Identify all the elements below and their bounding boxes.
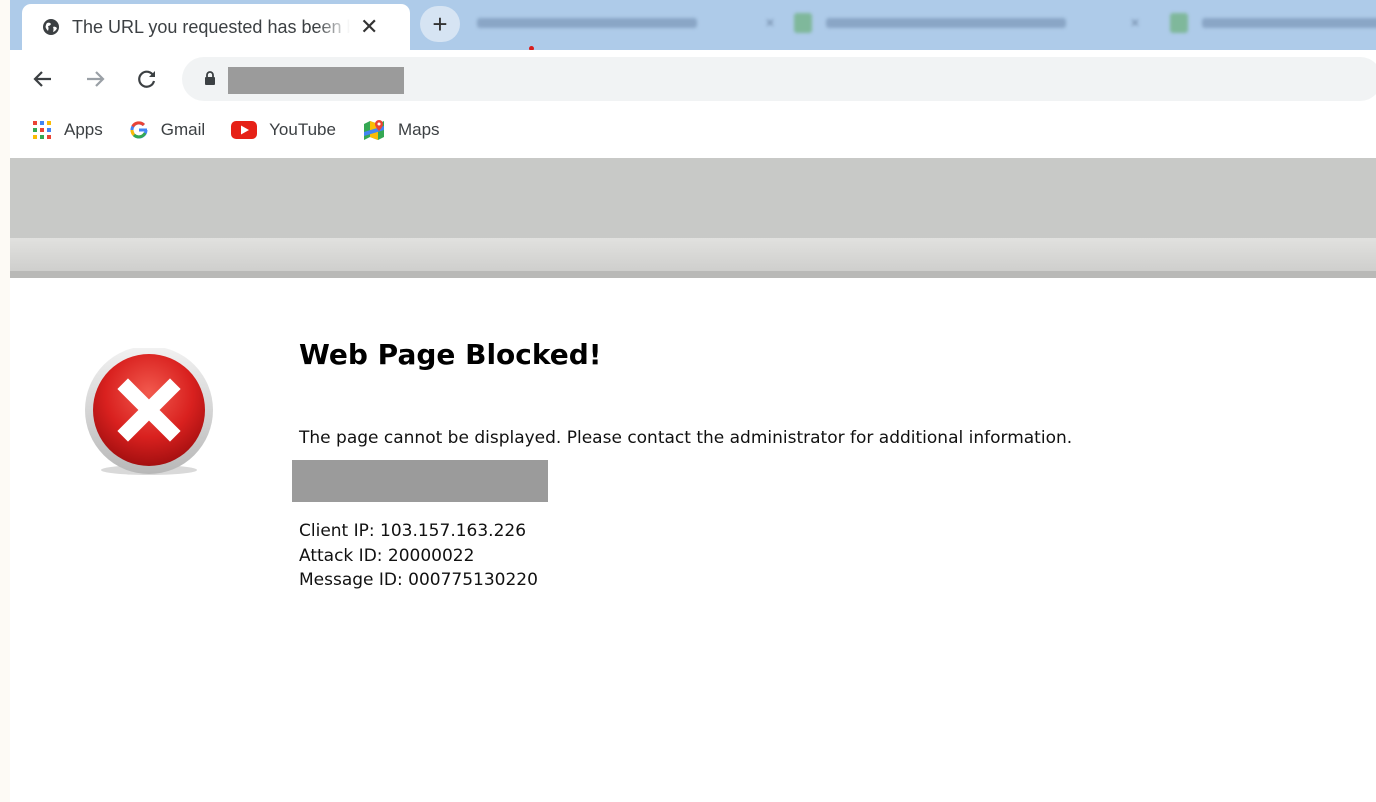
url-redaction bbox=[228, 67, 404, 94]
background-tab-close-icon[interactable]: ✕ bbox=[755, 16, 775, 30]
tab-strip: The URL you requested has been blocked ✕… bbox=[10, 0, 1376, 50]
page-banner-stripe bbox=[10, 238, 1376, 271]
background-tab[interactable] bbox=[1158, 8, 1376, 38]
bookmark-apps[interactable]: Apps bbox=[32, 120, 103, 140]
bookmark-label: Gmail bbox=[160, 120, 206, 139]
bookmark-gmail[interactable]: Gmail bbox=[129, 120, 205, 140]
client-ip: Client IP: 103.157.163.226 bbox=[299, 521, 527, 541]
toolbar bbox=[10, 50, 1376, 108]
sheets-icon bbox=[794, 13, 812, 33]
bookmark-youtube[interactable]: YouTube bbox=[231, 120, 336, 140]
bookmark-maps[interactable]: Maps bbox=[362, 118, 440, 142]
attack-id: Attack ID: 20000022 bbox=[299, 545, 475, 566]
sheets-icon bbox=[1170, 13, 1188, 33]
reload-icon[interactable] bbox=[132, 64, 162, 94]
bookmark-label: Maps bbox=[397, 120, 440, 139]
page-banner-edge bbox=[10, 271, 1376, 278]
globe-icon bbox=[42, 18, 60, 36]
apps-grid-icon bbox=[32, 120, 52, 140]
background-tab-close-icon[interactable]: ✕ bbox=[1120, 16, 1140, 30]
lock-icon bbox=[204, 71, 216, 91]
message-id: Message ID: 000775130220 bbox=[299, 570, 538, 590]
block-details: Client IP: 103.157.163.226 Attack ID: 20… bbox=[299, 519, 538, 593]
redaction-box bbox=[292, 460, 548, 502]
new-tab-button[interactable]: + bbox=[420, 6, 460, 42]
address-bar[interactable] bbox=[182, 57, 1376, 101]
page-title: Web Page Blocked! bbox=[299, 338, 602, 371]
back-arrow-icon[interactable] bbox=[28, 64, 58, 94]
tab-title: The URL you requested has been blocked bbox=[72, 16, 350, 37]
google-g-icon bbox=[129, 120, 149, 140]
tab-active[interactable]: The URL you requested has been blocked ✕ bbox=[22, 4, 410, 50]
maps-icon bbox=[362, 118, 386, 142]
block-message: The page cannot be displayed. Please con… bbox=[299, 428, 1073, 448]
bookmarks-bar: Apps Gmail YouTube Maps bbox=[10, 108, 1376, 152]
background-tab[interactable]: ✕ bbox=[465, 8, 787, 38]
youtube-icon bbox=[231, 120, 258, 140]
bookmark-label: Apps bbox=[64, 120, 103, 139]
error-x-icon bbox=[84, 346, 214, 478]
browser-window: The URL you requested has been blocked ✕… bbox=[10, 0, 1376, 802]
forward-arrow-icon[interactable] bbox=[80, 64, 110, 94]
bookmark-label: YouTube bbox=[269, 120, 336, 139]
tab-close-icon[interactable]: ✕ bbox=[360, 16, 378, 38]
background-tab[interactable]: ✕ bbox=[782, 8, 1152, 38]
page-banner bbox=[10, 158, 1376, 238]
